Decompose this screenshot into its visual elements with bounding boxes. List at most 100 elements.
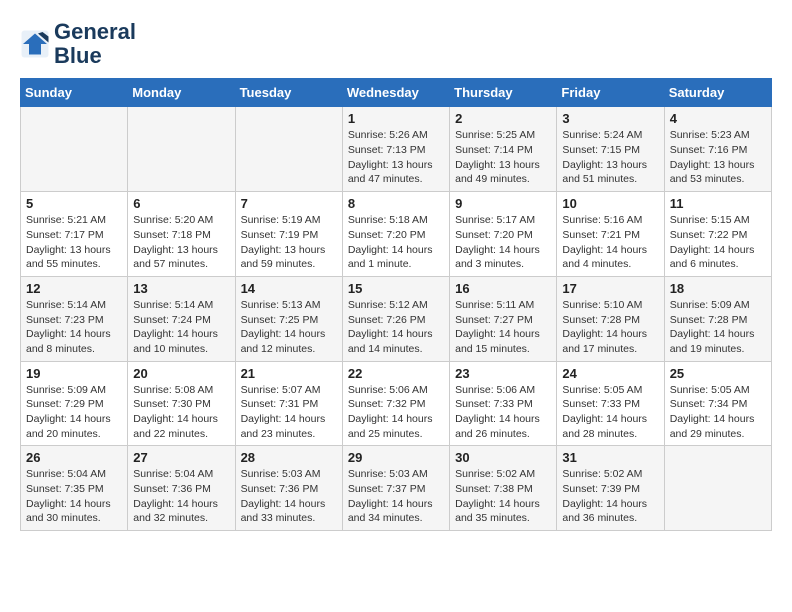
weekday-header-monday: Monday [128,79,235,107]
weekday-header-tuesday: Tuesday [235,79,342,107]
calendar-cell [128,107,235,192]
day-info: Sunrise: 5:19 AMSunset: 7:19 PMDaylight:… [241,213,337,272]
calendar-cell: 26 Sunrise: 5:04 AMSunset: 7:35 PMDayligh… [21,446,128,531]
calendar-cell: 21 Sunrise: 5:07 AMSunset: 7:31 PMDayligh… [235,361,342,446]
day-number: 25 [670,366,766,381]
calendar-cell: 15Sunrise: 5:12 AMSunset: 7:26 PMDayligh… [342,276,449,361]
day-number: 14 [241,281,337,296]
calendar-cell: 16Sunrise: 5:11 AMSunset: 7:27 PMDayligh… [450,276,557,361]
day-info: Sunrise: 5:04 AMSunset: 7:36 PMDaylight:… [133,467,229,526]
day-info: Sunrise: 5:26 AMSunset: 7:13 PMDaylight:… [348,128,444,187]
calendar-cell: 5 Sunrise: 5:21 AMSunset: 7:17 PMDaylight… [21,192,128,277]
calendar-cell: 27 Sunrise: 5:04 AMSunset: 7:36 PMDayligh… [128,446,235,531]
day-number: 12 [26,281,122,296]
logo: General Blue [20,20,136,68]
page-header: General Blue [20,20,772,68]
calendar-cell: 12 Sunrise: 5:14 AMSunset: 7:23 PMDayligh… [21,276,128,361]
weekday-header-thursday: Thursday [450,79,557,107]
day-number: 27 [133,450,229,465]
day-number: 18 [670,281,766,296]
calendar-cell: 14 Sunrise: 5:13 AMSunset: 7:25 PMDayligh… [235,276,342,361]
day-info: Sunrise: 5:09 AMSunset: 7:29 PMDaylight:… [26,383,122,442]
day-number: 1 [348,111,444,126]
calendar-cell: 9 Sunrise: 5:17 AMSunset: 7:20 PMDaylight… [450,192,557,277]
weekday-row: SundayMondayTuesdayWednesdayThursdayFrid… [21,79,772,107]
day-number: 26 [26,450,122,465]
calendar-cell: 7 Sunrise: 5:19 AMSunset: 7:19 PMDaylight… [235,192,342,277]
calendar-body: 1 Sunrise: 5:26 AMSunset: 7:13 PMDaylight… [21,107,772,531]
day-info: Sunrise: 5:21 AMSunset: 7:17 PMDaylight:… [26,213,122,272]
calendar-cell: 17 Sunrise: 5:10 AMSunset: 7:28 PMDayligh… [557,276,664,361]
calendar-cell: 24Sunrise: 5:05 AMSunset: 7:33 PMDayligh… [557,361,664,446]
weekday-header-friday: Friday [557,79,664,107]
calendar-week-5: 26 Sunrise: 5:04 AMSunset: 7:35 PMDayligh… [21,446,772,531]
day-info: Sunrise: 5:07 AMSunset: 7:31 PMDaylight:… [241,383,337,442]
day-info: Sunrise: 5:13 AMSunset: 7:25 PMDaylight:… [241,298,337,357]
day-info: Sunrise: 5:02 AMSunset: 7:38 PMDaylight:… [455,467,551,526]
calendar-cell: 3Sunrise: 5:24 AMSunset: 7:15 PMDaylight… [557,107,664,192]
day-info: Sunrise: 5:03 AMSunset: 7:37 PMDaylight:… [348,467,444,526]
logo-text-line2: Blue [54,44,136,68]
day-info: Sunrise: 5:14 AMSunset: 7:24 PMDaylight:… [133,298,229,357]
day-info: Sunrise: 5:14 AMSunset: 7:23 PMDaylight:… [26,298,122,357]
calendar-cell: 30 Sunrise: 5:02 AMSunset: 7:38 PMDayligh… [450,446,557,531]
day-info: Sunrise: 5:08 AMSunset: 7:30 PMDaylight:… [133,383,229,442]
day-info: Sunrise: 5:18 AMSunset: 7:20 PMDaylight:… [348,213,444,272]
calendar-cell: 4Sunrise: 5:23 AMSunset: 7:16 PMDaylight… [664,107,771,192]
day-info: Sunrise: 5:10 AMSunset: 7:28 PMDaylight:… [562,298,658,357]
day-number: 28 [241,450,337,465]
weekday-header-wednesday: Wednesday [342,79,449,107]
day-info: Sunrise: 5:12 AMSunset: 7:26 PMDaylight:… [348,298,444,357]
calendar-cell: 2 Sunrise: 5:25 AMSunset: 7:14 PMDaylight… [450,107,557,192]
day-info: Sunrise: 5:09 AMSunset: 7:28 PMDaylight:… [670,298,766,357]
calendar-cell: 8Sunrise: 5:18 AMSunset: 7:20 PMDaylight… [342,192,449,277]
day-number: 11 [670,196,766,211]
calendar-table: SundayMondayTuesdayWednesdayThursdayFrid… [20,78,772,531]
day-number: 2 [455,111,551,126]
calendar-cell [21,107,128,192]
calendar-cell: 20 Sunrise: 5:08 AMSunset: 7:30 PMDayligh… [128,361,235,446]
day-number: 4 [670,111,766,126]
day-number: 22 [348,366,444,381]
calendar-cell: 28Sunrise: 5:03 AMSunset: 7:36 PMDayligh… [235,446,342,531]
logo-icon [20,29,50,59]
logo-text-line1: General [54,20,136,44]
day-number: 13 [133,281,229,296]
day-info: Sunrise: 5:25 AMSunset: 7:14 PMDaylight:… [455,128,551,187]
calendar-cell: 6 Sunrise: 5:20 AMSunset: 7:18 PMDaylight… [128,192,235,277]
day-info: Sunrise: 5:11 AMSunset: 7:27 PMDaylight:… [455,298,551,357]
day-number: 31 [562,450,658,465]
calendar-cell: 25 Sunrise: 5:05 AMSunset: 7:34 PMDayligh… [664,361,771,446]
day-number: 29 [348,450,444,465]
day-number: 20 [133,366,229,381]
day-number: 7 [241,196,337,211]
day-number: 30 [455,450,551,465]
calendar-week-4: 19 Sunrise: 5:09 AMSunset: 7:29 PMDayligh… [21,361,772,446]
calendar-cell: 29 Sunrise: 5:03 AMSunset: 7:37 PMDayligh… [342,446,449,531]
calendar-cell: 18 Sunrise: 5:09 AMSunset: 7:28 PMDayligh… [664,276,771,361]
calendar-cell: 19 Sunrise: 5:09 AMSunset: 7:29 PMDayligh… [21,361,128,446]
day-info: Sunrise: 5:04 AMSunset: 7:35 PMDaylight:… [26,467,122,526]
calendar-week-1: 1 Sunrise: 5:26 AMSunset: 7:13 PMDaylight… [21,107,772,192]
day-number: 17 [562,281,658,296]
day-number: 21 [241,366,337,381]
day-number: 24 [562,366,658,381]
day-number: 5 [26,196,122,211]
day-info: Sunrise: 5:16 AMSunset: 7:21 PMDaylight:… [562,213,658,272]
calendar-cell [235,107,342,192]
day-number: 3 [562,111,658,126]
day-info: Sunrise: 5:06 AMSunset: 7:32 PMDaylight:… [348,383,444,442]
day-number: 9 [455,196,551,211]
day-info: Sunrise: 5:05 AMSunset: 7:34 PMDaylight:… [670,383,766,442]
day-info: Sunrise: 5:20 AMSunset: 7:18 PMDaylight:… [133,213,229,272]
calendar-cell: 10 Sunrise: 5:16 AMSunset: 7:21 PMDayligh… [557,192,664,277]
calendar-cell [664,446,771,531]
day-info: Sunrise: 5:02 AMSunset: 7:39 PMDaylight:… [562,467,658,526]
calendar-week-2: 5 Sunrise: 5:21 AMSunset: 7:17 PMDaylight… [21,192,772,277]
calendar-cell: 13 Sunrise: 5:14 AMSunset: 7:24 PMDayligh… [128,276,235,361]
day-info: Sunrise: 5:17 AMSunset: 7:20 PMDaylight:… [455,213,551,272]
day-number: 10 [562,196,658,211]
day-number: 6 [133,196,229,211]
calendar-cell: 11Sunrise: 5:15 AMSunset: 7:22 PMDayligh… [664,192,771,277]
day-number: 19 [26,366,122,381]
